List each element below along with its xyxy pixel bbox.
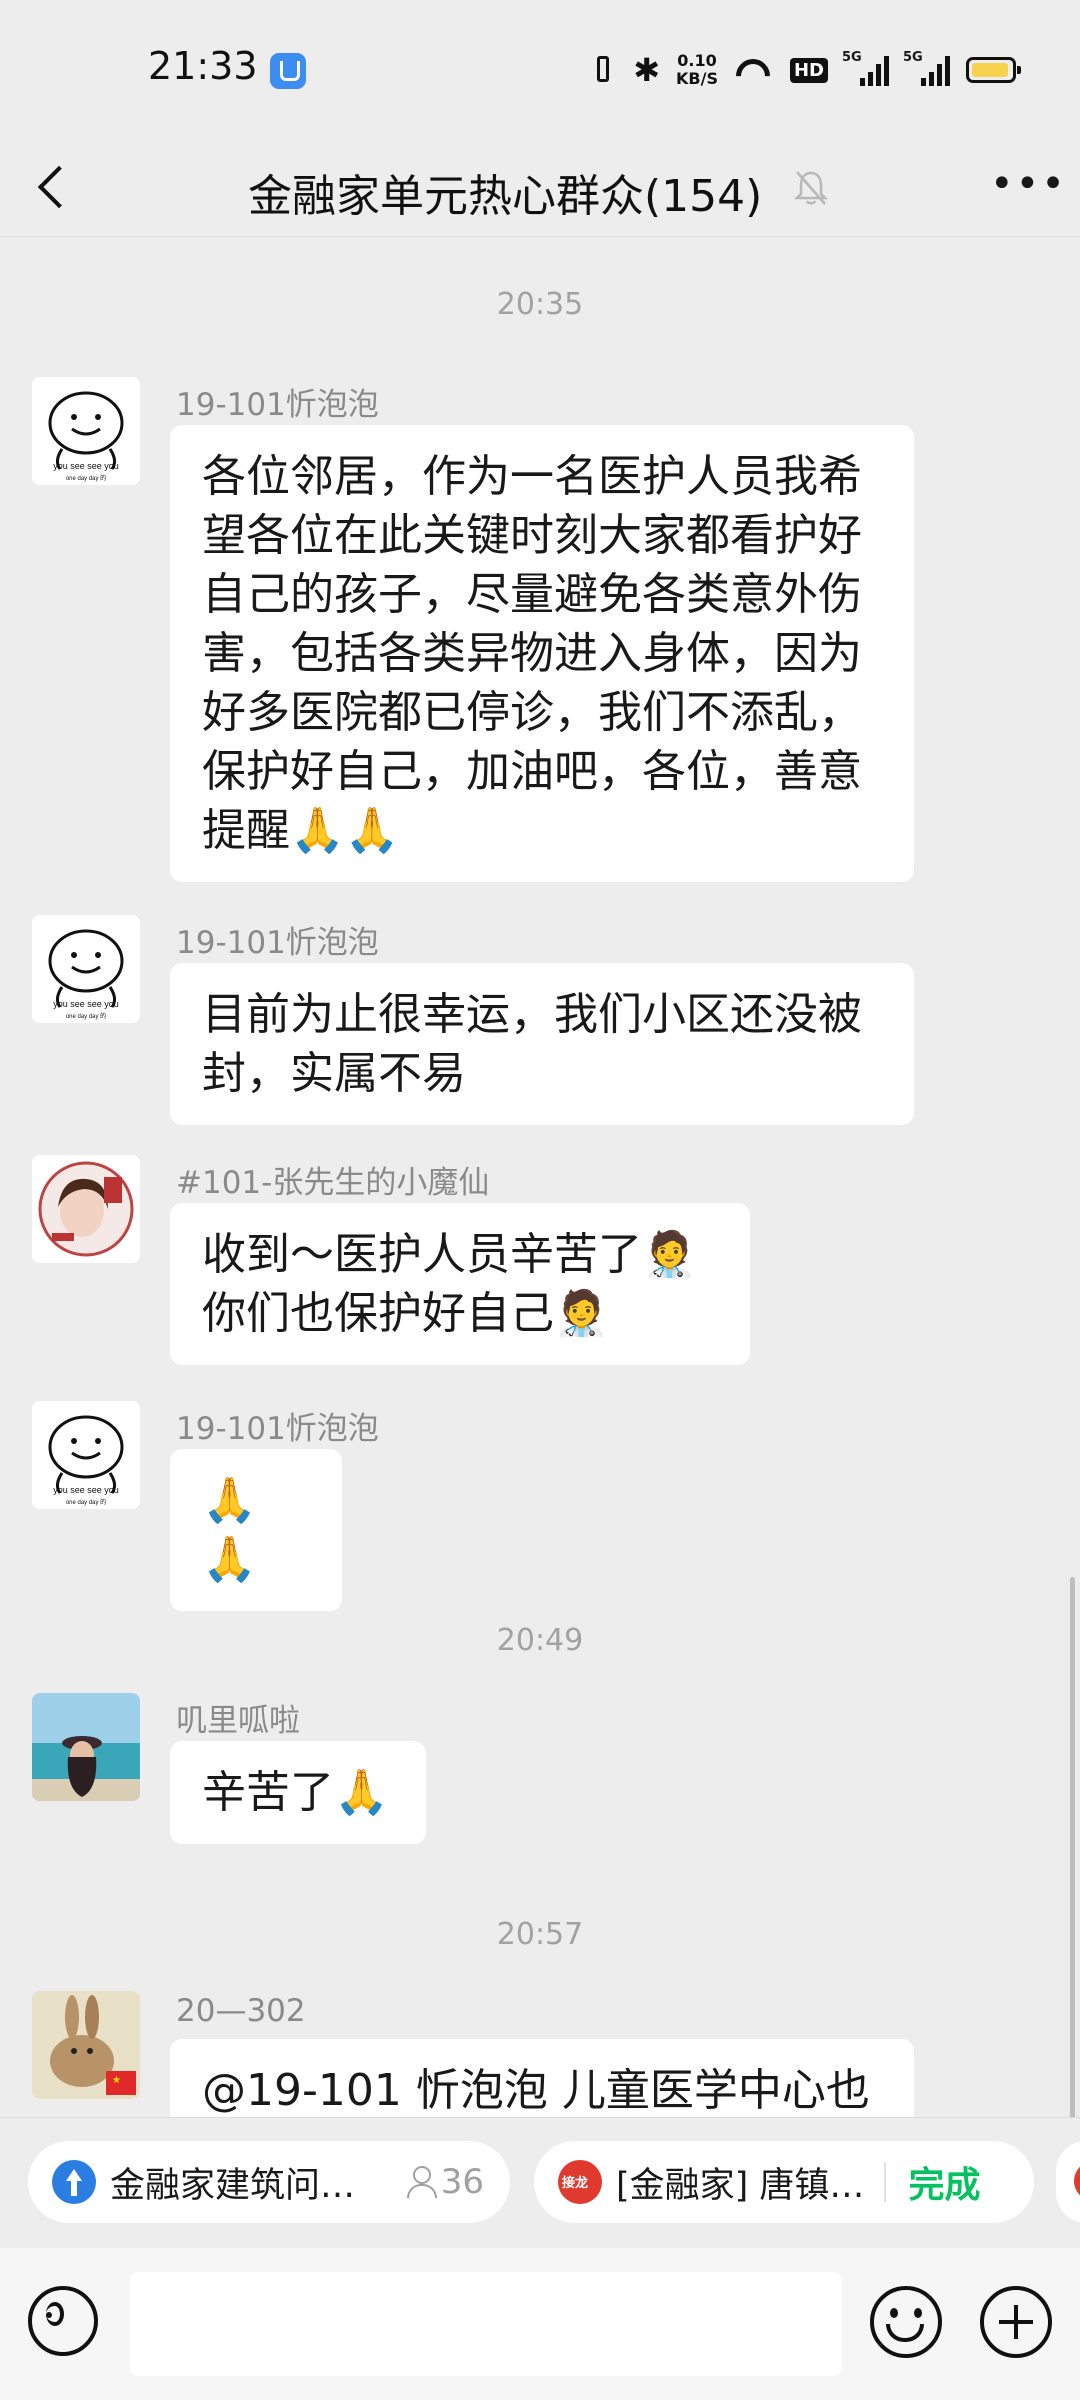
sender-name: #101-张先生的小魔仙: [176, 1165, 490, 1201]
arrow-up-icon: [52, 2160, 96, 2204]
avatar[interactable]: ★: [32, 1991, 140, 2099]
message-bubble[interactable]: 收到～医护人员辛苦了🧑‍⚕️ 你们也保护好自己🧑‍⚕️: [170, 1203, 750, 1365]
avatar-caption-line1: you see see you: [53, 461, 119, 471]
timestamp: 20:57: [496, 1917, 584, 1952]
battery-icon: [966, 57, 1021, 83]
more-options-button[interactable]: •••: [990, 164, 1065, 210]
network-speed-unit: KB/S: [676, 69, 718, 88]
more-card[interactable]: [1056, 2141, 1080, 2223]
sender-name: 20—302: [176, 1993, 306, 2029]
status-bar: 21:33 ✱ 0.10 KB/S HD 5G 5G: [0, 0, 1080, 140]
input-bar: [0, 2248, 1080, 2400]
avatar[interactable]: you see see you one day day 的: [32, 377, 140, 485]
mute-bell-icon: [793, 168, 829, 208]
avatar-caption-line2: one day day 的: [66, 1498, 106, 1506]
emoji-button[interactable]: [870, 2286, 942, 2358]
svg-text:★: ★: [112, 2075, 121, 2086]
solitaire-card[interactable]: 接龙 [金融家] 唐镇… 完成: [534, 2141, 1034, 2223]
avatar-caption-line1: you see see you: [53, 999, 119, 1009]
member-count-value: 36: [440, 2162, 484, 2202]
card-label: 金融家建筑问…: [110, 2165, 356, 2206]
avatar-caption-line2: one day day 的: [66, 474, 106, 482]
message-bubble[interactable]: 🙏🙏: [170, 1449, 342, 1611]
signal-1-label: 5G: [842, 50, 862, 65]
avatar-caption-line2: one day day 的: [66, 1012, 106, 1020]
message-bubble[interactable]: @19-101 忻泡泡 儿童医学中心也: [170, 2039, 914, 2117]
chat-header: 金融家单元热心群众(154) •••: [0, 140, 1080, 237]
back-button[interactable]: [30, 162, 80, 212]
sender-name: 19-101忻泡泡: [176, 387, 379, 423]
timestamp: 20:49: [496, 1623, 584, 1658]
message-bubble[interactable]: 目前为止很幸运，我们小区还没被封，实属不易: [170, 963, 914, 1125]
timestamp: 20:35: [496, 287, 584, 322]
group-tool-card[interactable]: 金融家建筑问… 36: [28, 2141, 510, 2223]
chat-title: 金融家单元热心群众(154): [248, 171, 763, 222]
hd-badge: HD: [789, 57, 828, 83]
member-count: 36: [405, 2162, 484, 2202]
avatar[interactable]: [32, 1693, 140, 1801]
network-speed: 0.10 KB/S: [676, 52, 718, 88]
card-label: [金融家] 唐镇…: [616, 2165, 865, 2206]
sender-name: 叽里呱啦: [176, 1703, 300, 1739]
vibrate-icon: [589, 52, 617, 88]
status-icons: ✱ 0.10 KB/S HD 5G 5G: [589, 48, 1021, 92]
sender-name: 19-101忻泡泡: [176, 1411, 379, 1447]
solitaire-icon-text: 接龙: [562, 2176, 589, 2191]
quick-cards-bar: 金融家建筑问… 36 接龙 [金融家] 唐镇… 完成: [0, 2117, 1080, 2248]
done-button[interactable]: 完成: [908, 2156, 980, 2208]
voice-input-button[interactable]: [28, 2286, 98, 2356]
message-input[interactable]: [130, 2272, 842, 2376]
message-bubble[interactable]: 各位邻居，作为一名医护人员我希望各位在此关键时刻大家都看护好自己的孩子，尽量避免…: [170, 425, 914, 882]
signal-icon-2: 5G: [903, 50, 950, 86]
avatar[interactable]: [32, 1155, 140, 1263]
app-notification-icon: [270, 53, 306, 89]
person-icon: [405, 2166, 437, 2198]
avatar[interactable]: you see see you one day day 的: [32, 1401, 140, 1509]
signal-2-label: 5G: [903, 50, 923, 65]
more-functions-button[interactable]: [980, 2286, 1052, 2358]
wifi-icon: [734, 55, 774, 85]
sender-name: 19-101忻泡泡: [176, 925, 379, 961]
avatar[interactable]: you see see you one day day 的: [32, 915, 140, 1023]
solitaire-icon: 接龙: [558, 2160, 602, 2204]
message-list[interactable]: 20:35 you see see you one day day 的 19-1…: [0, 237, 1080, 2117]
divider: [884, 2162, 887, 2202]
signal-icon-1: 5G: [842, 50, 889, 86]
avatar-caption-line1: you see see you: [53, 1485, 119, 1495]
bluetooth-icon: ✱: [633, 51, 661, 89]
message-bubble[interactable]: 辛苦了🙏: [170, 1741, 426, 1844]
status-time: 21:33: [148, 44, 258, 88]
network-speed-value: 0.10: [677, 51, 717, 70]
scrollbar[interactable]: [1070, 1577, 1075, 2117]
